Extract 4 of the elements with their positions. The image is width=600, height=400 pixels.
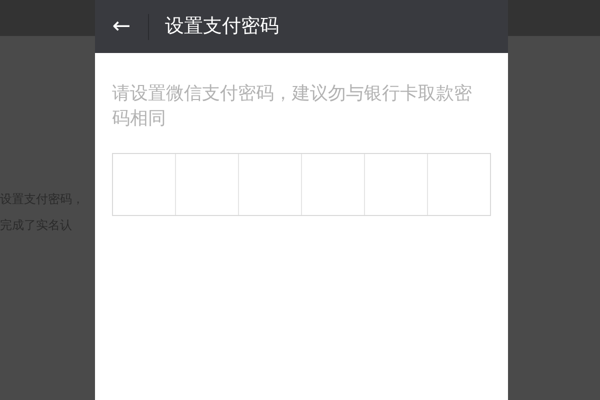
prompt-text: 请设置微信支付密码，建议勿与银行卡取款密码相同 xyxy=(112,82,473,131)
dialog-title: 设置支付密码 xyxy=(165,14,279,40)
pin-field[interactable] xyxy=(112,153,491,216)
back-button[interactable]: ← xyxy=(95,0,148,53)
